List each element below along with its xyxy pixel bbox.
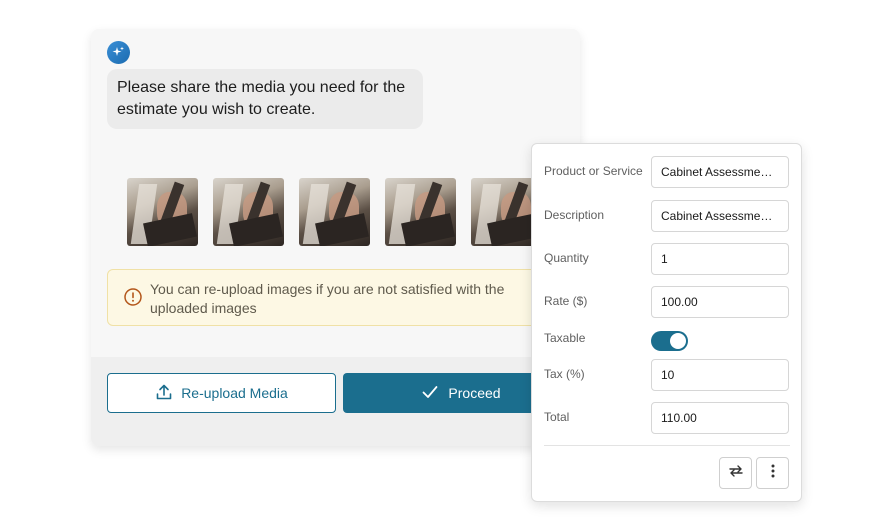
upload-icon: [155, 383, 173, 404]
rate-input[interactable]: 100.00: [651, 286, 789, 318]
uploaded-image-thumbnail[interactable]: [385, 178, 456, 246]
estimate-line-item-form: Product or Service Cabinet Assessment… D…: [531, 143, 802, 502]
tax-row: Tax (%) 10: [544, 359, 790, 391]
description-input[interactable]: Cabinet Assessment…: [651, 200, 789, 232]
more-vertical-icon: [771, 464, 775, 483]
product-row: Product or Service Cabinet Assessment…: [544, 156, 790, 188]
reupload-media-button[interactable]: Re-upload Media: [107, 373, 336, 413]
quantity-input[interactable]: 1: [651, 243, 789, 275]
taxable-toggle[interactable]: [651, 331, 688, 351]
product-label: Product or Service: [544, 164, 643, 178]
rate-row: Rate ($) 100.00: [544, 286, 790, 318]
taxable-row: Taxable: [544, 328, 790, 360]
total-label: Total: [544, 410, 570, 424]
chat-message-area: Please share the media you need for the …: [91, 29, 580, 357]
tax-input[interactable]: 10: [651, 359, 789, 391]
assistant-message: Please share the media you need for the …: [107, 69, 423, 129]
rate-label: Rate ($): [544, 294, 588, 308]
action-bar: Re-upload Media Proceed: [91, 357, 580, 446]
reupload-label: Re-upload Media: [181, 385, 288, 401]
product-input[interactable]: Cabinet Assessment…: [651, 156, 789, 188]
toggle-knob: [670, 333, 686, 349]
proceed-label: Proceed: [448, 385, 501, 401]
total-row: Total 110.00: [544, 402, 790, 434]
total-input[interactable]: 110.00: [651, 402, 789, 434]
taxable-label: Taxable: [544, 331, 586, 345]
uploaded-image-thumbnail[interactable]: [213, 178, 284, 246]
ai-sparkle-icon: [107, 41, 130, 64]
check-icon: [422, 385, 438, 402]
warning-circle-icon: [124, 288, 142, 311]
swap-button[interactable]: [719, 457, 752, 489]
tax-label: Tax (%): [544, 367, 585, 381]
uploaded-image-thumbnail[interactable]: [127, 178, 198, 246]
swap-arrows-icon: [728, 463, 744, 484]
quantity-row: Quantity 1: [544, 243, 790, 275]
chat-card: Please share the media you need for the …: [91, 29, 580, 446]
description-label: Description: [544, 208, 605, 222]
uploaded-image-thumbnail[interactable]: [299, 178, 370, 246]
quantity-label: Quantity: [544, 251, 589, 265]
divider: [544, 445, 790, 446]
reupload-notice: You can re-upload images if you are not …: [107, 269, 547, 326]
more-options-button[interactable]: [756, 457, 789, 489]
description-row: Description Cabinet Assessment…: [544, 200, 790, 232]
image-thumbnails: [127, 178, 542, 246]
notice-text: You can re-upload images if you are not …: [150, 281, 505, 316]
